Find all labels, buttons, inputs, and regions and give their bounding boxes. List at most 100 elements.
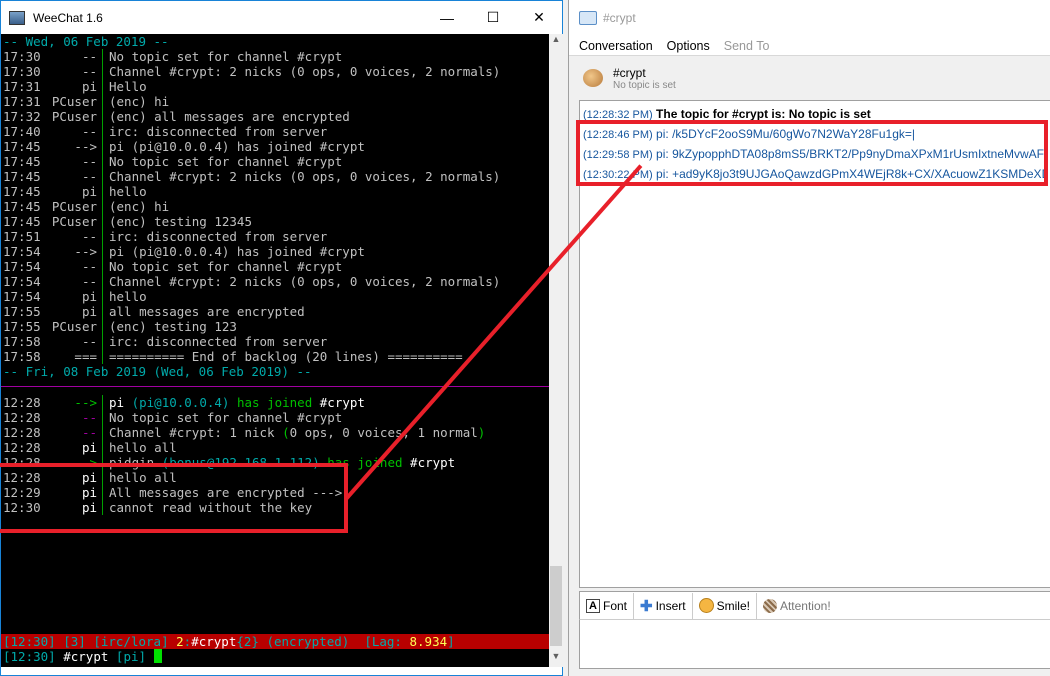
- prefix-separator: [102, 410, 103, 425]
- insert-label: Insert: [655, 598, 686, 613]
- status-channel: #crypt: [191, 634, 237, 649]
- chat-line: 17:45 -- No topic set for channel #crypt: [1, 154, 549, 169]
- log-entry: (12:29:58 PM) pi: 9kZypopphDTA08p8mS5/BR…: [583, 144, 1047, 164]
- message-fragment: (: [124, 395, 140, 410]
- prefix-separator: [102, 259, 103, 274]
- chat-line: 12:28 pi hello all: [1, 470, 549, 485]
- message-fragment: #crypt: [319, 395, 365, 410]
- line-time: 12:28: [3, 455, 41, 470]
- prefix-separator: [102, 139, 103, 154]
- line-time: 17:45: [3, 184, 41, 199]
- line-prefix: -->: [74, 139, 97, 154]
- log-entry: (12:28:32 PM) The topic for #crypt is: N…: [583, 104, 1047, 124]
- line-prefix: --: [81, 259, 97, 274]
- menu-send-to[interactable]: Send To: [724, 39, 770, 53]
- line-message: hello all: [109, 470, 549, 485]
- weechat-app-icon: [9, 10, 25, 25]
- line-prefix: --: [81, 154, 97, 169]
- menu-options[interactable]: Options: [667, 39, 710, 53]
- line-message: pidgin (bonus@192.168.1.112) has joined …: [109, 455, 549, 470]
- prefix-separator: [102, 455, 103, 470]
- line-message: Channel #crypt: 2 nicks (0 ops, 0 voices…: [109, 169, 501, 184]
- line-message: ========== End of backlog (20 lines) ===…: [109, 349, 463, 364]
- scroll-down-arrow-icon[interactable]: ▼: [549, 651, 563, 667]
- attention-icon: [762, 598, 777, 613]
- log-text: +ad9yK8jo3t9UJGAoQawzdGPmX4WEjR8k+CX/XAc…: [672, 167, 1047, 181]
- minimize-button[interactable]: —: [424, 1, 470, 34]
- close-button[interactable]: ✕: [516, 1, 562, 34]
- menu-conversation[interactable]: Conversation: [579, 39, 653, 53]
- message-fragment: pidgin: [109, 455, 155, 470]
- prefix-separator: [102, 244, 103, 259]
- line-time: 17:54: [3, 244, 41, 259]
- message-fragment: All messages are encrypted --->: [109, 485, 343, 500]
- line-time: 12:30: [3, 500, 41, 515]
- prefix-separator: [102, 395, 103, 410]
- prefix-separator: [102, 274, 103, 289]
- line-time: 17:40: [3, 124, 41, 139]
- attention-label: Attention!: [779, 598, 831, 613]
- line-time: 12:28: [3, 470, 41, 485]
- status-time: 12:30: [10, 634, 49, 649]
- line-time: 17:45: [3, 199, 41, 214]
- chat-line: 17:32 PCuser (enc) all messages are encryp…: [1, 109, 549, 124]
- chat-line: 12:30 pi cannot read without the key: [1, 500, 549, 515]
- prefix-separator: [102, 319, 103, 334]
- input-bar[interactable]: [12:30] #crypt [pi]: [1, 649, 549, 664]
- chat-line: 12:28 --> pi (pi@10.0.0.4) has joined #cry…: [1, 395, 549, 410]
- weechat-scrollbar[interactable]: ▲ ▼: [549, 34, 563, 667]
- prefix-separator: [102, 199, 103, 214]
- scroll-up-arrow-icon[interactable]: ▲: [549, 34, 563, 50]
- chat-line: 17:45 PCuser (enc) testing 12345: [1, 214, 549, 229]
- channel-name: #crypt: [613, 66, 646, 80]
- line-prefix: -->: [74, 455, 97, 470]
- message-input[interactable]: [579, 619, 1050, 669]
- line-prefix: --: [81, 64, 97, 79]
- status-nick-count: 2: [243, 634, 252, 649]
- attention-button[interactable]: Attention!: [757, 593, 837, 619]
- prefix-separator: [102, 500, 103, 515]
- line-time: 17:54: [3, 289, 41, 304]
- status-lag-label: Lag:: [371, 634, 410, 649]
- backlog-lines: 17:30 -- No topic set for channel #crypt 17…: [1, 49, 549, 364]
- line-prefix: pi: [81, 79, 97, 94]
- pidgin-window: #crypt Conversation Options Send To #cry…: [568, 0, 1050, 676]
- chat-line: 12:28 -- Channel #crypt: 1 nick (0 ops, 0 …: [1, 425, 549, 440]
- log-timestamp: (12:28:32 PM): [583, 109, 653, 121]
- line-message: hello: [109, 289, 147, 304]
- message-fragment: pi@10.0.0.4: [139, 395, 222, 410]
- scrollbar-thumb[interactable]: [550, 566, 562, 646]
- message-fragment: (: [282, 425, 290, 440]
- status-buffer-count: 3: [70, 634, 79, 649]
- log-text: The topic for #crypt is: No topic is set: [656, 107, 871, 121]
- prefix-separator: [102, 49, 103, 64]
- line-time: 17:31: [3, 79, 41, 94]
- prefix-separator: [102, 79, 103, 94]
- maximize-button[interactable]: ☐: [470, 1, 516, 34]
- line-time: 17:51: [3, 229, 41, 244]
- status-lag-value: 8.934: [409, 634, 448, 649]
- format-toolbar: A Font ✚ Insert Smile! Attention!: [579, 591, 1050, 619]
- chat-line: 17:30 -- No topic set for channel #crypt: [1, 49, 549, 64]
- font-button[interactable]: A Font: [580, 592, 635, 619]
- chat-group-icon: [583, 69, 603, 87]
- prefix-separator: [102, 349, 103, 364]
- line-time: 17:54: [3, 259, 41, 274]
- weechat-terminal[interactable]: -- Wed, 06 Feb 2019 -- 17:30 -- No topic s…: [1, 34, 549, 667]
- font-icon: A: [586, 598, 600, 613]
- log-text: 9kZypopphDTA08p8mS5/BRKT2/Pp9nyDmaXPxM1r…: [672, 147, 1047, 161]
- message-fragment: No topic set for channel #crypt: [109, 410, 343, 425]
- prefix-separator: [102, 485, 103, 500]
- plus-icon: ✚: [640, 597, 653, 615]
- insert-button[interactable]: ✚ Insert: [634, 592, 693, 619]
- line-message: (enc) hi: [109, 94, 170, 109]
- message-fragment: has joined: [229, 395, 320, 410]
- smiley-icon: [698, 598, 714, 613]
- chat-line: 17:54 -- Channel #crypt: 2 nicks (0 ops, 0…: [1, 274, 549, 289]
- line-time: 17:58: [3, 334, 41, 349]
- smile-button[interactable]: Smile!: [693, 592, 757, 619]
- line-message: All messages are encrypted --->: [109, 485, 549, 500]
- conversation-log[interactable]: (12:28:32 PM) The topic for #crypt is: N…: [579, 100, 1050, 588]
- line-prefix: pi: [81, 184, 97, 199]
- line-time: 17:55: [3, 319, 41, 334]
